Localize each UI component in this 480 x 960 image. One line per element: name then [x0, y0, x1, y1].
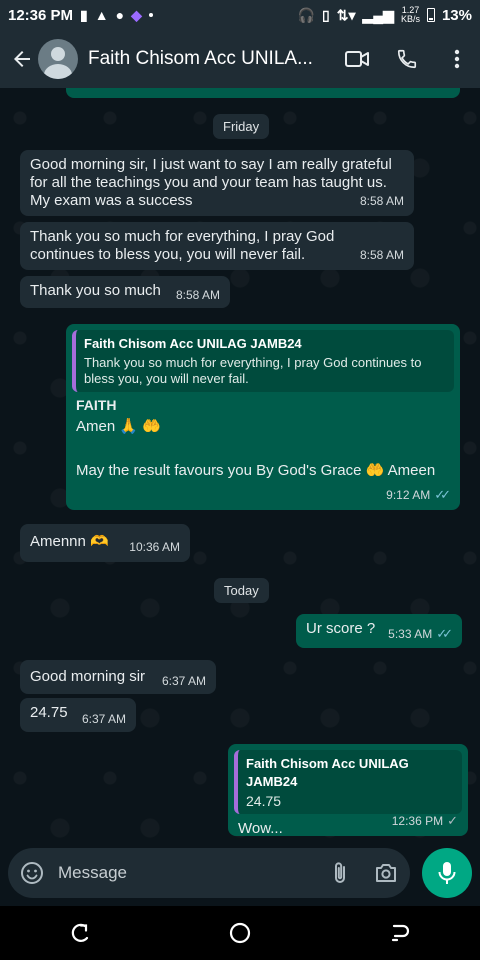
chat-notification-icon: ● [115, 7, 125, 23]
more-notifications-icon [148, 13, 153, 17]
message-text: Good morning sir, I just want to say I a… [30, 156, 392, 209]
double-check-icon: ✓✓ [436, 626, 453, 641]
vibrate-icon: ▯ [322, 7, 330, 23]
message-timestamp: 8:58 AM [359, 194, 404, 208]
battery-icon [426, 8, 435, 22]
headphones-icon: 🎧 [297, 7, 316, 23]
more-options-icon[interactable] [444, 46, 470, 72]
message-time: 8:58 AM [360, 192, 404, 210]
message-bubble-incoming[interactable]: Thank you so much 8:58 AM [20, 276, 230, 308]
recent-apps-icon[interactable] [69, 922, 91, 944]
wifi-icon: ⇅▾ [336, 7, 356, 23]
message-bubble-incoming[interactable]: Good morning sir, I just want to say I a… [20, 150, 414, 216]
message-bubble-incoming[interactable]: Thank you so much for everything, I pray… [20, 222, 414, 270]
message-time: 12:36 PM ✓ [392, 812, 458, 830]
quoted-message[interactable]: Faith Chisom Acc UNILAG JAMB24 Thank you… [72, 330, 454, 392]
message-bubble-partial[interactable] [66, 88, 460, 98]
status-bar: 12:36 PM ▮ ▲ ● ◆ 🎧 ▯ ⇅▾ ▂▄▆ 1.27 KB/s 13… [0, 0, 480, 30]
message-timestamp: 8:58 AM [175, 288, 220, 302]
quoted-message-author: Faith Chisom Acc UNILAG JAMB24 [84, 336, 302, 351]
message-timestamp: 6:37 AM [161, 674, 206, 688]
message-time: 6:37 AM [162, 672, 206, 690]
message-timestamp: 5:33 AM [388, 627, 433, 641]
contact-name[interactable]: Faith Chisom Acc UNILA... [88, 48, 320, 70]
message-bubble-outgoing-reply[interactable]: Faith Chisom Acc UNILAG JAMB24 24.75 Wow… [228, 744, 468, 837]
quoted-message-text: 24.75 [246, 793, 282, 809]
camera-icon[interactable] [374, 862, 398, 884]
message-time: 6:37 AM [82, 710, 126, 728]
message-composer [8, 848, 410, 898]
contact-avatar[interactable] [38, 39, 78, 79]
warning-icon: ▲ [94, 7, 109, 23]
chat-area[interactable]: Friday Good morning sir, I just want to … [0, 88, 480, 840]
app-notification-icon: ◆ [131, 7, 142, 23]
message-bubble-outgoing-reply[interactable]: Faith Chisom Acc UNILAG JAMB24 Thank you… [66, 324, 460, 510]
voice-call-icon[interactable] [394, 46, 420, 72]
message-text: Amen 🙏 🤲 [76, 418, 161, 435]
chat-header: Faith Chisom Acc UNILA... [0, 30, 480, 88]
microphone-button[interactable] [422, 848, 472, 898]
message-time: 8:58 AM [176, 286, 220, 304]
quoted-message-text: Thank you so much for everything, I pray… [84, 355, 422, 386]
back-arrow-icon[interactable] [10, 47, 34, 71]
message-time: 9:12 AM ✓✓ [386, 486, 451, 504]
message-timestamp: 12:36 PM [391, 814, 444, 828]
message-time: 10:36 AM [129, 538, 180, 556]
video-call-icon[interactable] [344, 46, 370, 72]
message-bubble-incoming[interactable]: 24.75 6:37 AM [20, 698, 136, 732]
network-speed: 1.27 KB/s [401, 6, 420, 24]
date-chip-friday: Friday [213, 114, 270, 139]
date-chip-today: Today [214, 578, 269, 603]
back-nav-icon[interactable] [389, 922, 411, 944]
quoted-message[interactable]: Faith Chisom Acc UNILAG JAMB24 24.75 [234, 750, 462, 814]
message-time: 8:58 AM [360, 246, 404, 264]
status-time: 12:36 PM [8, 6, 74, 24]
message-bubble-incoming[interactable]: Amennn 🫶 10:36 AM [20, 524, 190, 562]
message-sender-name: FAITH [76, 397, 117, 413]
emoji-icon[interactable] [20, 861, 44, 885]
message-timestamp: 10:36 AM [129, 540, 180, 554]
message-text: Thank you so much for everything, I pray… [30, 228, 335, 263]
double-check-icon: ✓✓ [434, 487, 451, 502]
message-bubble-outgoing[interactable]: Ur score ? 5:33 AM ✓✓ [296, 614, 462, 648]
microphone-icon [438, 862, 456, 884]
message-text: May the result favours you By God's Grac… [76, 462, 436, 479]
message-timestamp: 6:37 AM [81, 712, 126, 726]
message-time: 5:33 AM ✓✓ [388, 625, 453, 643]
system-navigation-bar [0, 906, 480, 960]
home-icon[interactable] [228, 921, 252, 945]
message-timestamp: 8:58 AM [359, 248, 404, 262]
network-speed-unit: KB/s [400, 14, 420, 24]
message-bubble-incoming[interactable]: Good morning sir 6:37 AM [20, 660, 216, 694]
message-input[interactable] [58, 863, 330, 883]
single-check-icon: ✓ [447, 813, 458, 828]
quoted-message-author: Faith Chisom Acc UNILAG JAMB24 [246, 756, 409, 789]
message-timestamp: 9:12 AM [386, 488, 431, 502]
signal-icon: ▂▄▆ [362, 7, 394, 23]
sim-card-icon: ▮ [80, 7, 88, 23]
attach-icon[interactable] [330, 861, 350, 885]
battery-level: 13% [441, 6, 472, 24]
